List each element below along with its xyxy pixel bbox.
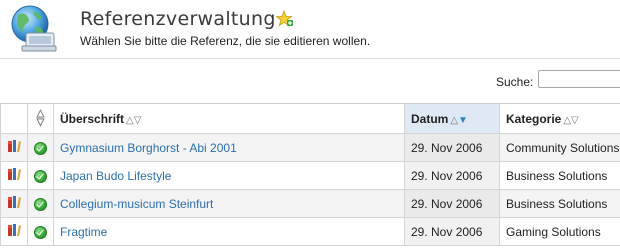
- active-check-icon[interactable]: [34, 225, 47, 239]
- add-star-icon[interactable]: [275, 9, 294, 28]
- column-header-category[interactable]: Kategorie △▽: [499, 103, 620, 134]
- date-cell: 29. Nov 2006: [404, 161, 500, 190]
- table-header-row: △ ▽ Überschrift △▽ Datum △▼ Kategorie △▽: [0, 103, 620, 134]
- table-row[interactable]: Fragtime 29. Nov 2006 Gaming Solutions: [0, 217, 620, 246]
- reference-title-link[interactable]: Fragtime: [60, 225, 107, 239]
- active-check-icon[interactable]: [34, 197, 47, 211]
- edit-cell[interactable]: [0, 161, 28, 190]
- reference-title-link[interactable]: Japan Budo Lifestyle: [60, 169, 171, 183]
- edit-tools-icon[interactable]: [6, 140, 22, 157]
- sort-arrows-icon[interactable]: △▽: [563, 115, 578, 126]
- search-label: Suche:: [496, 75, 534, 89]
- column-header-title[interactable]: Überschrift △▽: [53, 103, 405, 134]
- category-cell: Business Solutions: [499, 189, 620, 218]
- reference-title-link[interactable]: Gymnasium Borghorst - Abi 2001: [60, 141, 237, 155]
- sort-toggle-icon[interactable]: △ ▽: [37, 109, 45, 128]
- edit-tools-icon[interactable]: [6, 168, 22, 185]
- date-cell: 29. Nov 2006: [404, 217, 500, 246]
- table-row[interactable]: Collegium-musicum Steinfurt 29. Nov 2006 B…: [0, 189, 620, 218]
- status-cell[interactable]: [27, 217, 54, 246]
- edit-tools-icon[interactable]: [6, 224, 22, 241]
- column-header-date[interactable]: Datum △▼: [404, 103, 500, 134]
- status-cell[interactable]: [27, 133, 54, 162]
- reference-title-link[interactable]: Collegium-musicum Steinfurt: [60, 197, 213, 211]
- page-subtitle: Wählen Sie bitte die Referenz, die sie e…: [80, 34, 371, 48]
- edit-tools-icon[interactable]: [6, 196, 22, 213]
- page-title: Referenzverwaltung: [80, 8, 276, 30]
- edit-cell[interactable]: [0, 189, 28, 218]
- globe-computer-icon: [8, 3, 58, 53]
- table-row[interactable]: Japan Budo Lifestyle 29. Nov 2006 Business…: [0, 161, 620, 190]
- header-divider: [0, 58, 620, 59]
- title-cell[interactable]: Japan Budo Lifestyle: [53, 161, 405, 190]
- category-cell: Business Solutions: [499, 161, 620, 190]
- active-check-icon[interactable]: [34, 141, 47, 155]
- category-cell: Community Solutions: [499, 133, 620, 162]
- title-cell[interactable]: Gymnasium Borghorst - Abi 2001: [53, 133, 405, 162]
- active-check-icon[interactable]: [34, 169, 47, 183]
- search-input[interactable]: [538, 70, 620, 88]
- edit-cell[interactable]: [0, 133, 28, 162]
- title-cell[interactable]: Fragtime: [53, 217, 405, 246]
- category-cell: Gaming Solutions: [499, 217, 620, 246]
- status-cell[interactable]: [27, 189, 54, 218]
- table-row[interactable]: Gymnasium Borghorst - Abi 2001 29. Nov 20…: [0, 133, 620, 162]
- title-cell[interactable]: Collegium-musicum Steinfurt: [53, 189, 405, 218]
- status-column-header[interactable]: △ ▽: [27, 103, 54, 134]
- date-cell: 29. Nov 2006: [404, 133, 500, 162]
- date-cell: 29. Nov 2006: [404, 189, 500, 218]
- status-cell[interactable]: [27, 161, 54, 190]
- edit-column-header: [0, 103, 28, 134]
- edit-cell[interactable]: [0, 217, 28, 246]
- sort-arrows-icon[interactable]: △▽: [126, 115, 141, 126]
- references-table: △ ▽ Überschrift △▽ Datum △▼ Kategorie △▽ Gym…: [0, 103, 620, 246]
- sort-arrows-icon[interactable]: △▼: [450, 115, 468, 126]
